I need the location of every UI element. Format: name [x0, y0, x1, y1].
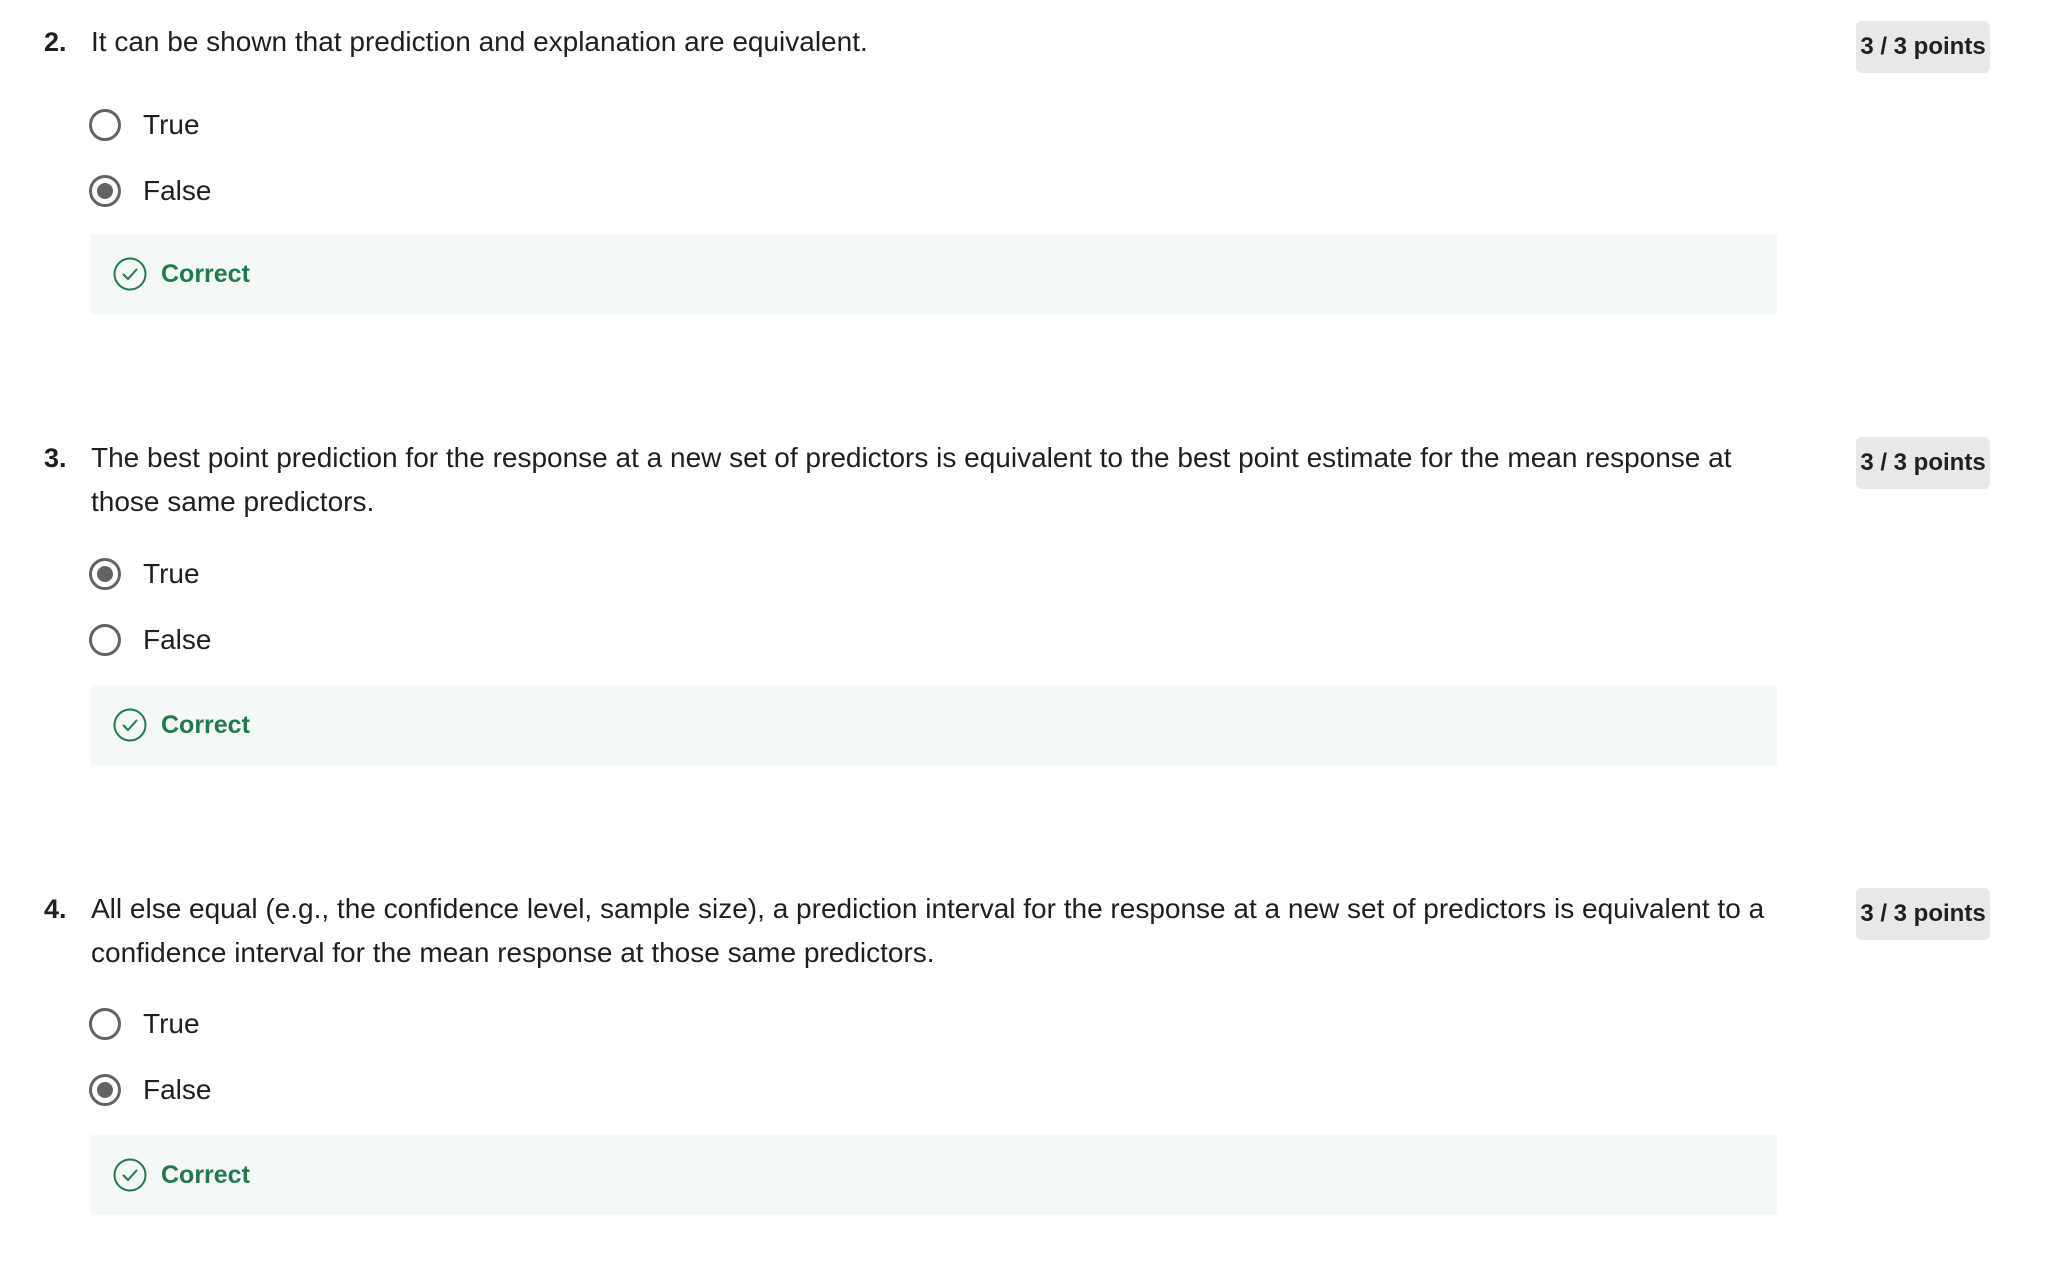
points-badge: 3 / 3 points [1856, 21, 1990, 73]
points-badge: 3 / 3 points [1856, 888, 1990, 940]
question-number: 4. [44, 894, 67, 924]
option-label: False [143, 624, 212, 655]
check-circle-icon [113, 257, 147, 291]
question-text: It can be shown that prediction and expl… [91, 26, 868, 57]
option-label: True [143, 558, 200, 589]
question-number: 2. [44, 27, 67, 57]
option-false[interactable]: False [89, 620, 211, 660]
question-number: 3. [44, 443, 67, 473]
radio-button[interactable] [89, 1008, 121, 1040]
feedback-box: Correct [91, 1135, 1777, 1215]
points-badge: 3 / 3 points [1856, 437, 1990, 489]
option-label: True [143, 109, 200, 140]
radio-button[interactable] [89, 109, 121, 141]
feedback-box: Correct [91, 685, 1777, 765]
option-true[interactable]: True [89, 554, 200, 594]
question-text: The best point prediction for the respon… [91, 442, 1732, 517]
check-circle-icon [113, 1158, 147, 1192]
radio-button[interactable] [89, 624, 121, 656]
option-true[interactable]: True [89, 1004, 200, 1044]
check-circle-icon [113, 708, 147, 742]
radio-button[interactable] [89, 558, 121, 590]
option-false[interactable]: False [89, 1070, 211, 1110]
feedback-label: Correct [161, 710, 250, 739]
radio-button[interactable] [89, 1074, 121, 1106]
feedback-label: Correct [161, 259, 250, 288]
option-true[interactable]: True [89, 105, 200, 145]
option-false[interactable]: False [89, 171, 211, 211]
question-text: All else equal (e.g., the confidence lev… [91, 893, 1765, 968]
option-label: False [143, 1074, 212, 1105]
radio-button[interactable] [89, 175, 121, 207]
option-label: False [143, 175, 212, 206]
feedback-label: Correct [161, 1160, 250, 1189]
feedback-box: Correct [91, 234, 1777, 314]
option-label: True [143, 1008, 200, 1039]
